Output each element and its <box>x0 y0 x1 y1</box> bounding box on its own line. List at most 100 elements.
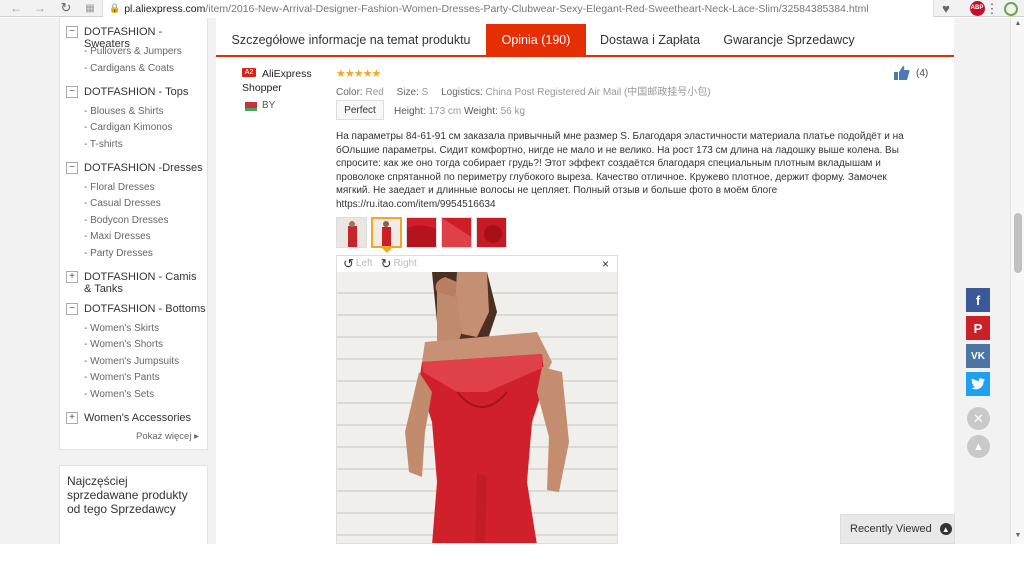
heart-icon[interactable]: ♥ <box>937 0 955 17</box>
collapse-icon[interactable]: − <box>66 303 78 315</box>
subcategory-link[interactable]: - Casual Dresses <box>84 198 161 209</box>
review-text: На параметры 84-61-91 см заказала привыч… <box>336 131 904 210</box>
twitter-share-icon[interactable] <box>966 372 990 396</box>
category-label[interactable]: Women's Accessories <box>84 412 191 424</box>
recently-viewed-button[interactable]: Recently Viewed ▲ <box>840 514 955 544</box>
category-dresses[interactable]: − DOTFASHION -Dresses <box>66 162 206 174</box>
rotate-left-label[interactable]: Left <box>356 258 373 269</box>
subcategory-link[interactable]: - T-shirts <box>84 139 123 150</box>
scroll-up-arrow[interactable]: ▲ <box>1013 20 1023 27</box>
category-camis[interactable]: + DOTFASHION - Camis & Tanks <box>66 271 206 295</box>
collapse-icon[interactable]: − <box>66 26 78 38</box>
subcategory-link[interactable]: - Women's Shorts <box>84 339 163 350</box>
url-path: /item/2016-New-Arrival-Designer-Fashion-… <box>205 2 869 15</box>
rotate-right-icon[interactable]: ↻ <box>381 256 392 272</box>
weight-label: Weight: <box>464 106 498 117</box>
lock-icon: 🔒 <box>109 3 121 13</box>
subcategory-link[interactable]: - Blouses & Shirts <box>84 106 163 117</box>
subcategory-link[interactable]: - Pullovers & Jumpers <box>84 46 182 57</box>
subcategory-link[interactable]: - Cardigan Kimonos <box>84 122 172 133</box>
review-thumbnails <box>336 217 511 248</box>
category-label[interactable]: DOTFASHION -Dresses <box>84 162 203 174</box>
category-label[interactable]: DOTFASHION - Camis & Tanks <box>84 271 206 295</box>
order-info: Color: Red Size: S Logistics: China Post… <box>336 83 711 98</box>
category-label[interactable]: DOTFASHION - Tops <box>84 86 188 98</box>
facebook-share-icon[interactable]: f <box>966 288 990 312</box>
size-value: S <box>421 87 429 98</box>
height-label: Height: <box>394 106 426 117</box>
forward-button[interactable]: → <box>30 0 50 17</box>
size-label: Size: <box>396 87 419 98</box>
rotate-right-label[interactable]: Right <box>394 258 417 269</box>
scrollbar-thumb[interactable] <box>1014 213 1022 273</box>
address-bar[interactable]: 🔒 pl.aliexpress.com/item/2016-New-Arriva… <box>102 0 934 17</box>
weight-value: 56 kg <box>500 106 526 117</box>
menu-dots-icon[interactable]: ⋮ <box>986 0 999 17</box>
chevron-up-icon: ▲ <box>939 523 952 535</box>
thumbs-up-icon[interactable] <box>894 66 910 80</box>
subcategory-link[interactable]: - Floral Dresses <box>84 182 155 193</box>
viewer-toolbar: ↺ Left ↻ Right × <box>337 256 617 271</box>
bestsellers-box: Najczęściej sprzedawane produkty od tego… <box>59 465 208 545</box>
review-thumbnail-selected[interactable] <box>371 217 402 248</box>
helpful-votes[interactable]: (4) <box>894 66 928 80</box>
color-label: Color: <box>336 87 363 98</box>
product-tabs: Szczegółowe informacje na temat produktu… <box>216 24 954 57</box>
bestsellers-title: Najczęściej sprzedawane produkty od tego… <box>67 474 188 516</box>
review-thumbnail[interactable] <box>441 217 472 248</box>
subcategory-link[interactable]: - Women's Pants <box>84 372 160 383</box>
expand-icon[interactable]: + <box>66 271 78 283</box>
subcategory-link[interactable]: - Women's Skirts <box>84 323 159 334</box>
show-more-link[interactable]: Pokaż więcej ▸ <box>136 431 199 442</box>
tab-reviews[interactable]: Opinia (190) <box>486 24 586 55</box>
expand-icon[interactable]: + <box>66 412 78 424</box>
rating-stars: ★★★★★ <box>336 68 381 80</box>
main-content: Szczegółowe informacje na temat produktu… <box>216 18 954 544</box>
scroll-top-icon[interactable]: ▲ <box>967 435 990 458</box>
adblock-icon[interactable]: ABP <box>968 0 986 17</box>
abp-label: ABP <box>969 1 985 16</box>
review-photo <box>337 272 617 543</box>
buyer-level-badge: A2 <box>242 68 256 77</box>
tab-shipping-payment[interactable]: Dostawa i Zapłata <box>586 24 714 55</box>
subcategory-link[interactable]: - Women's Jumpsuits <box>84 356 179 367</box>
review-thumbnail[interactable] <box>406 217 437 248</box>
collapse-icon[interactable]: − <box>66 162 78 174</box>
page-footer-blank <box>0 544 1024 574</box>
browser-toolbar: ← → ↻ ▦ 🔒 pl.aliexpress.com/item/2016-Ne… <box>0 0 1024 17</box>
vk-share-icon[interactable]: VK <box>966 344 990 368</box>
collapse-icon[interactable]: − <box>66 86 78 98</box>
subcategory-link[interactable]: - Women's Sets <box>84 389 154 400</box>
selected-thumb-indicator <box>382 248 392 253</box>
subcategory-link[interactable]: - Bodycon Dresses <box>84 215 168 226</box>
subcategory-link[interactable]: - Party Dresses <box>84 248 153 259</box>
scroll-down-arrow[interactable]: ▼ <box>1013 532 1023 539</box>
category-bottoms[interactable]: − DOTFASHION - Bottoms <box>66 303 206 315</box>
tab-product-details[interactable]: Szczegółowe informacje na temat produktu <box>216 24 486 55</box>
flag-icon <box>242 102 257 111</box>
logistics-label: Logistics: <box>441 87 483 98</box>
rotate-left-icon[interactable]: ↺ <box>343 256 354 272</box>
review-thumbnail[interactable] <box>476 217 507 248</box>
subcategory-link[interactable]: - Cardigans & Coats <box>84 63 174 74</box>
category-accessories[interactable]: + Women's Accessories <box>66 412 206 424</box>
back-button[interactable]: ← <box>6 0 26 17</box>
tab-seller-guarantees[interactable]: Gwarancje Sprzedawcy <box>714 24 864 55</box>
logistics-value: China Post Registered Air Mail (中国邮政挂号小包… <box>485 87 711 98</box>
category-tops[interactable]: − DOTFASHION - Tops <box>66 86 206 98</box>
extension-icon[interactable] <box>1002 0 1020 17</box>
subcategory-link[interactable]: - Maxi Dresses <box>84 231 151 242</box>
page-scrollbar[interactable]: ▲ ▼ <box>1010 18 1024 544</box>
color-value: Red <box>365 87 384 98</box>
category-sidebar: − DOTFASHION - Sweaters - Pullovers & Jum… <box>59 18 208 450</box>
apps-grid-icon[interactable]: ▦ <box>80 0 100 17</box>
category-label[interactable]: DOTFASHION - Bottoms <box>84 303 206 315</box>
review-country: BY <box>262 100 276 111</box>
close-viewer-icon[interactable]: × <box>602 257 609 271</box>
pinterest-share-icon[interactable]: P <box>966 316 990 340</box>
review-thumbnail[interactable] <box>336 217 367 248</box>
reload-button[interactable]: ↻ <box>56 0 76 17</box>
close-share-icon[interactable]: ✕ <box>967 407 990 430</box>
helpful-count: (4) <box>916 67 929 79</box>
recently-viewed-label: Recently Viewed <box>850 523 932 535</box>
